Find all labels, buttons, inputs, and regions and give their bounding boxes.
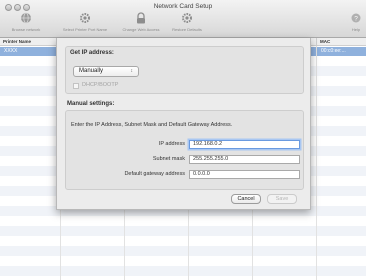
ip-method-select[interactable]: Manually ↕ (73, 66, 139, 77)
gear-icon (80, 13, 90, 23)
select-port-name-tool[interactable]: Select Printer Port Name (52, 12, 118, 32)
tool-label: Restore Defaults (172, 27, 202, 32)
save-button[interactable]: Save (267, 194, 297, 204)
cancel-button[interactable]: Cancel (231, 194, 261, 204)
table-row (0, 266, 366, 276)
subnet-mask-field[interactable]: 255.255.255.0 (189, 155, 300, 164)
mac-cell: 00:c0:ee:... (321, 48, 346, 54)
manual-settings-heading: Manual settings: (67, 101, 115, 107)
dhcp-checkbox[interactable] (73, 83, 79, 89)
network-card-setup-window: Network Card Setup Browse network Select… (0, 0, 366, 280)
dhcp-label: DHCP/BOOTP (82, 82, 119, 88)
svg-text:?: ? (354, 15, 358, 22)
gateway-label: Default gateway address (124, 171, 185, 177)
column-divider (316, 46, 317, 280)
change-web-access-tool[interactable]: Change Web Access (118, 12, 164, 32)
get-ip-heading: Get IP address: (70, 50, 114, 56)
chevron-up-down-icon: ↕ (130, 68, 134, 74)
ip-address-field[interactable]: 192.168.0.2 (189, 140, 300, 149)
printer-name-cell: XXXX (4, 48, 18, 54)
subnet-mask-label: Subnet mask (152, 156, 185, 162)
gateway-field[interactable]: 0.0.0.0 (189, 170, 300, 179)
help-icon: ? (351, 13, 361, 23)
window-title: Network Card Setup (153, 3, 213, 10)
tool-label: Change Web Access (122, 27, 160, 32)
lock-icon (137, 12, 145, 24)
help-tool[interactable]: ? Help (346, 12, 366, 32)
tool-label: Help (351, 27, 361, 32)
manual-instruction: Enter the IP Address, Subnet Mask and De… (71, 122, 233, 128)
table-row (0, 246, 366, 256)
ip-method-value: Manually (79, 68, 104, 74)
ip-address-label: IP address (158, 141, 185, 147)
tool-label: Select Printer Port Name (62, 27, 108, 32)
tool-label: Browse network (11, 27, 41, 32)
table-row (0, 226, 366, 236)
restore-defaults-tool[interactable]: Restore Defaults (164, 12, 210, 32)
globe-icon (21, 12, 31, 24)
title-bar: Network Card Setup Browse network Select… (0, 0, 366, 38)
browse-network-tool[interactable]: Browse network (0, 12, 52, 32)
gear-icon (182, 13, 192, 23)
ip-settings-sheet: Get IP address: Manually ↕ DHCP/BOOTP Ma… (56, 38, 311, 210)
column-header-mac[interactable]: MAC (316, 38, 366, 46)
